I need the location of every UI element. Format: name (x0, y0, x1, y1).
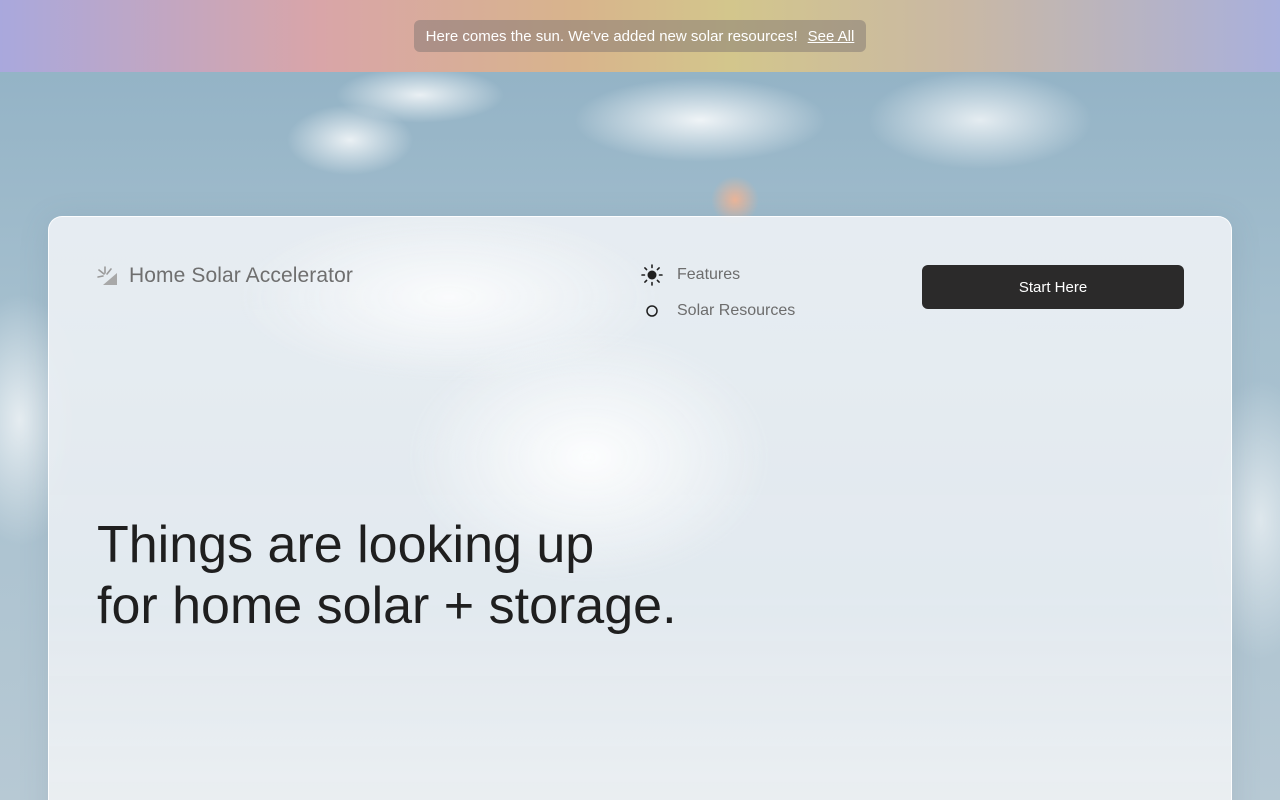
nav-item-solar-resources[interactable]: Solar Resources (641, 301, 795, 321)
announcement-message: Here comes the sun. We've added new sola… (425, 27, 798, 45)
hero-line-1: Things are looking up (97, 516, 595, 574)
nav-item-features[interactable]: Features (641, 264, 795, 286)
see-all-link[interactable]: See All (808, 28, 855, 45)
hero-card: Home Solar Accelerator Features Solar Re… (48, 216, 1232, 800)
nav-label-solar-resources: Solar Resources (677, 302, 796, 319)
announcement-banner: Here comes the sun. We've added new sola… (0, 0, 1280, 72)
start-here-button[interactable]: Start Here (922, 265, 1184, 309)
nav-label-features: Features (677, 266, 741, 283)
hero-heading: Things are looking up for home solar + s… (97, 515, 677, 637)
brand-logo[interactable]: Home Solar Accelerator (97, 264, 353, 288)
hero-line-2: for home solar + storage. (97, 577, 677, 635)
announcement-pill: Here comes the sun. We've added new sola… (413, 20, 867, 52)
sun-icon (641, 264, 663, 286)
main-nav: Features Solar Resources (641, 264, 795, 321)
solar-spark-icon (97, 266, 117, 285)
brand-name: Home Solar Accelerator (129, 264, 353, 287)
circle-outline-icon (641, 301, 663, 321)
